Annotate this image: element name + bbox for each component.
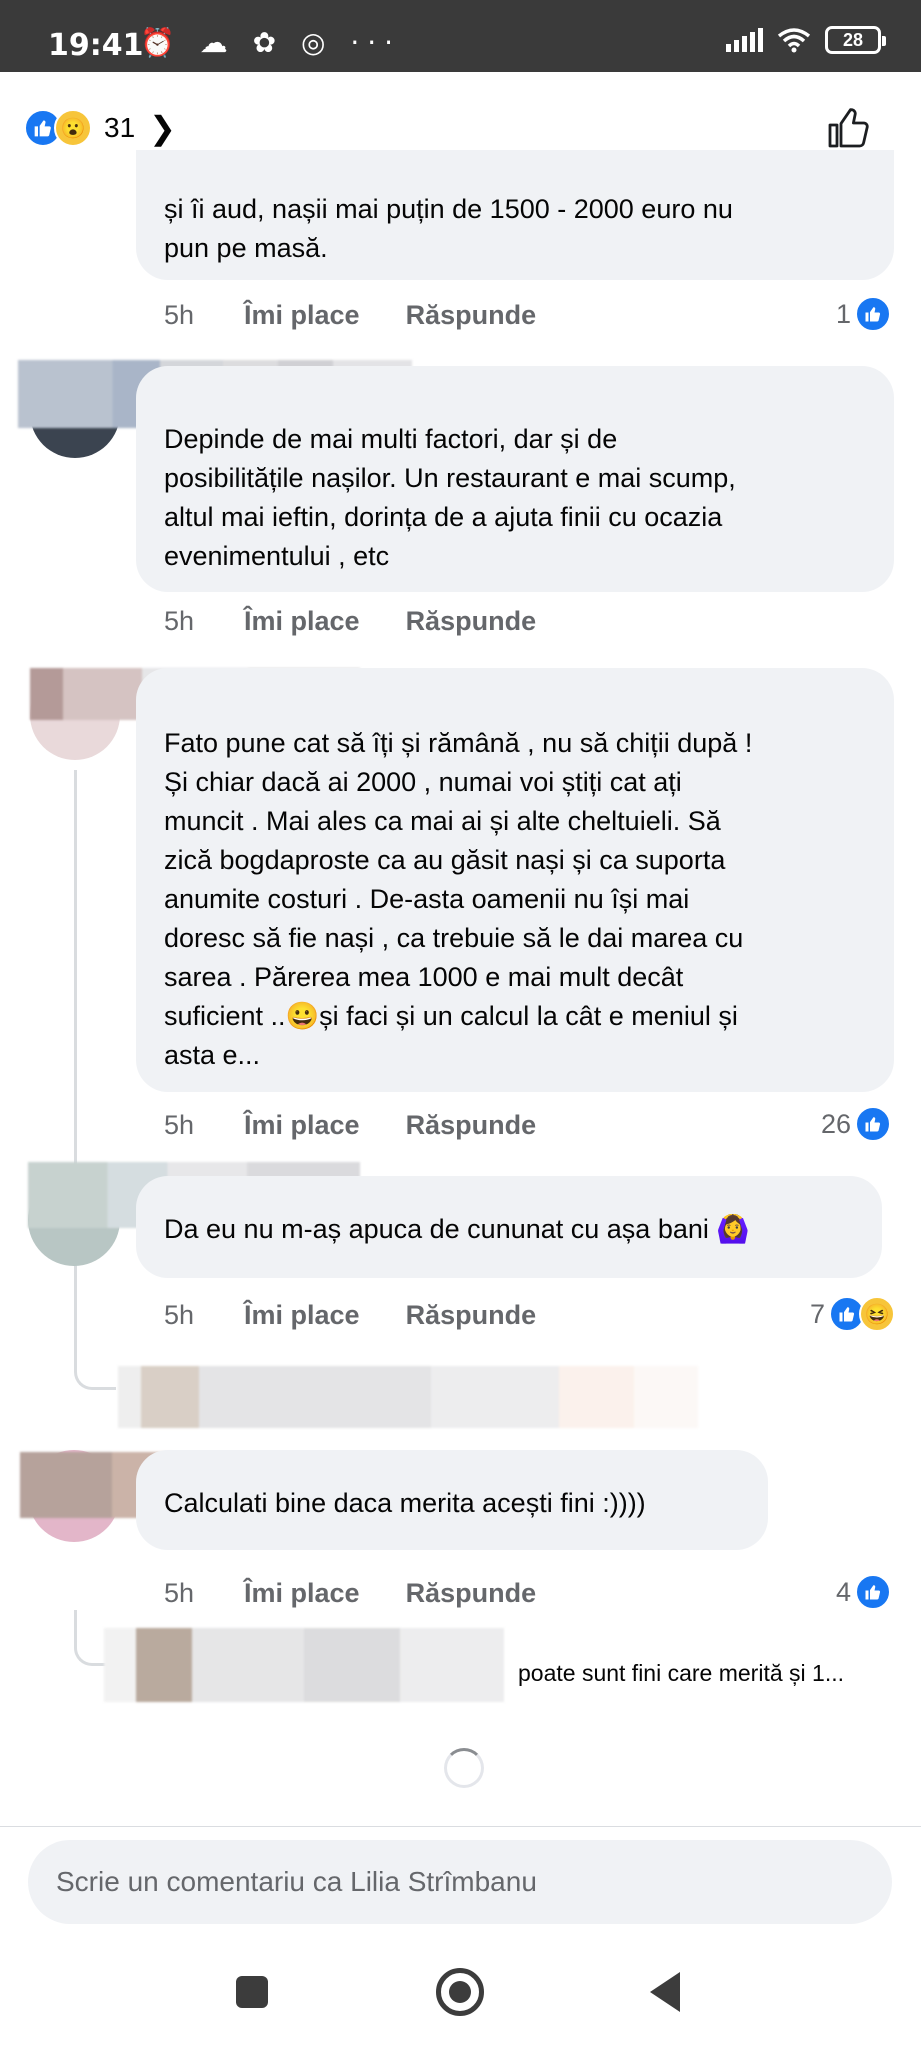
like-reaction-icon [855,1574,891,1610]
like-button[interactable]: Îmi place [244,1578,360,1609]
comment-actions: 5h Îmi place Răspunde [164,1108,536,1142]
comment-reactions[interactable]: 4 [836,1574,891,1610]
comment-text: doresc să fie nași , ca trebuie să le da… [164,923,744,953]
redacted-reply-preview [104,1628,504,1702]
comment-bubble[interactable]: și îi aud, nașii mai puțin de 1500 - 200… [136,150,894,280]
comment-time: 5h [164,1109,195,1140]
reply-button[interactable]: Răspunde [406,1578,537,1609]
like-reaction-icon [855,1106,891,1142]
status-time: 19:41 [48,28,144,63]
wifi-icon [777,28,811,53]
status-bar: 19:41 ⏰ ☁ ✿ ◎ ··· 28 [0,0,921,72]
comment-text: Calculati bine daca merita acești fini :… [164,1488,646,1518]
comment-reactions[interactable]: 26 [821,1106,891,1142]
comment-text: muncit . Mai ales ca mai ai și alte chel… [164,806,721,836]
comment-text: evenimentului , etc [164,541,390,571]
comment-input[interactable]: Scrie un comentariu ca Lilia Strîmbanu [28,1840,892,1924]
comment-text: Fato pune cat să îți și rămână , nu să c… [164,728,753,758]
reactions-summary[interactable]: 😮 31 ❯ [24,108,176,148]
back-button[interactable] [650,1972,680,2012]
wow-reaction-icon: 😮 [54,109,92,147]
signal-icon [726,28,763,52]
reply-preview-text[interactable]: poate sunt fini care merită și 1... [518,1660,844,1687]
haha-reaction-icon: 😆 [859,1296,895,1332]
comment-text: Și chiar dacă ai 2000 , numai voi știți … [164,767,682,797]
comment-time: 5h [164,1299,195,1330]
redacted-reply-preview[interactable] [118,1366,698,1428]
thumbs-up-icon[interactable] [825,104,873,152]
comment-text: sarea . Părerea mea 1000 e mai mult decâ… [164,962,684,992]
comment-text: anumite costuri . De-asta oamenii nu își… [164,884,690,914]
comment-actions: 5h Îmi place Răspunde [164,604,536,638]
comment-text: și îi aud, nașii mai puțin de 1500 - 200… [164,194,733,224]
comment-reaction-count: 7 [809,1298,825,1329]
reaction-count: 31 [104,112,136,143]
home-button[interactable] [436,1968,484,2016]
comment-bubble[interactable]: Calculati bine daca merita acești fini :… [136,1450,768,1550]
comment-time: 5h [164,605,195,636]
comment-actions: 5h Îmi place Răspunde [164,298,536,332]
comment-text: pun pe masă. [164,233,328,263]
like-reaction-icon [855,296,891,332]
notification-icons: ⏰ ☁ ✿ ◎ ··· [140,26,402,59]
thread-line [74,1330,116,1390]
comment-bubble[interactable]: Fato pune cat să îți și rămână , nu să c… [136,668,894,1092]
comment-actions: 5h Îmi place Răspunde [164,1576,536,1610]
battery-icon: 28 [825,26,886,54]
reply-button[interactable]: Răspunde [406,300,537,331]
comment-bubble[interactable]: Depinde de mai multi factori, dar și de … [136,366,894,592]
comment-text: suficient ..😀și faci și un calcul la cât… [164,1001,738,1031]
comment-text: Depinde de mai multi factori, dar și de [164,424,618,454]
divider [0,1826,921,1827]
thread-line [74,1610,108,1666]
recents-button[interactable] [236,1976,268,2008]
comment-bubble[interactable]: Da eu nu m-aș apuca de cununat cu așa ba… [136,1176,882,1278]
loading-spinner [444,1748,484,1788]
system-nav-bar [0,1940,921,2048]
reply-button[interactable]: Răspunde [406,606,537,637]
like-button[interactable]: Îmi place [244,1300,360,1331]
comment-text: posibilitățile nașilor. Un restaurant e … [164,463,736,493]
like-button[interactable]: Îmi place [244,300,360,331]
comment-reaction-count: 4 [835,1576,851,1607]
comment-text: asta e... [164,1040,261,1070]
comment-actions: 5h Îmi place Răspunde [164,1298,536,1332]
chevron-right-icon: ❯ [149,110,176,146]
comment-reactions[interactable]: 1 [836,296,891,332]
comment-text: Da eu nu m-aș apuca de cununat cu așa ba… [164,1214,750,1244]
comment-time: 5h [164,1577,195,1608]
comment-text: altul mai ieftin, dorința de a ajuta fin… [164,502,723,532]
comment-reactions[interactable]: 7 😆 [810,1296,895,1332]
reply-button[interactable]: Răspunde [406,1110,537,1141]
like-button[interactable]: Îmi place [244,1110,360,1141]
comment-time: 5h [164,299,195,330]
reply-button[interactable]: Răspunde [406,1300,537,1331]
comment-reaction-count: 1 [835,298,851,329]
comment-text: zică bogdaproste ca au găsit nași și ca … [164,845,726,875]
comment-reaction-count: 26 [820,1108,851,1139]
like-button[interactable]: Îmi place [244,606,360,637]
